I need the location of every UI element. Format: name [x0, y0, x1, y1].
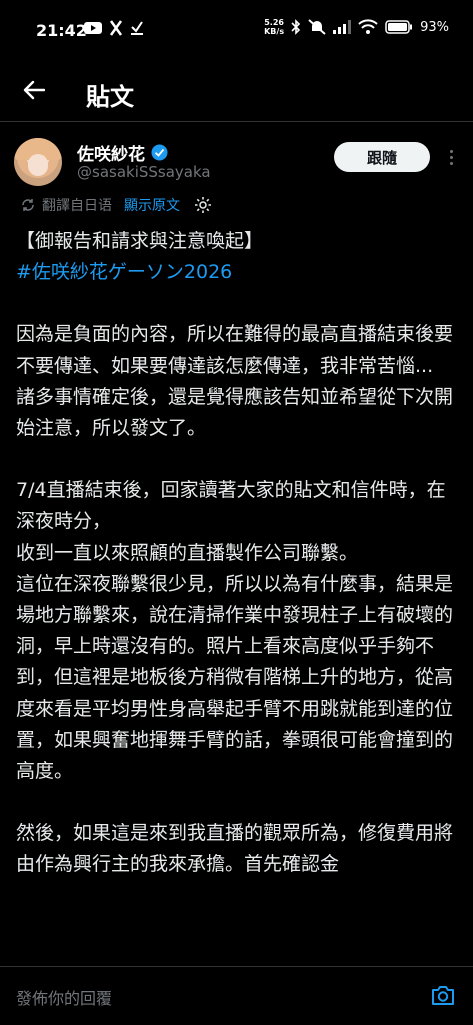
translate-icon: [22, 199, 34, 211]
scroll-fade: [0, 948, 473, 968]
download-check-icon: [131, 21, 143, 35]
post-title-line: 【御報告和請求與注意喚起】: [16, 230, 264, 252]
status-time: 21:42: [36, 21, 87, 40]
show-original-link[interactable]: 顯示原文: [124, 195, 180, 215]
post-paragraph: 7/4直播結束後，回家讀著大家的貼文和信件時，在深夜時分，: [16, 479, 446, 533]
translation-row: 翻譯自日语 顯示原文: [20, 195, 212, 215]
post-paragraph: 諸多事情確定後，還是覺得應該告知並希望從下次開始注意，所以發文了。: [16, 385, 454, 440]
notification-icons: [84, 20, 144, 36]
more-options-button[interactable]: [440, 145, 462, 169]
signal-icon: [333, 20, 352, 34]
youtube-icon: [84, 22, 102, 34]
reply-input[interactable]: 發佈你的回覆: [16, 985, 112, 1009]
mute-icon: [308, 19, 326, 35]
header-divider: [0, 121, 473, 122]
network-speed: 5.26 KB/s: [264, 18, 285, 36]
post-paragraph: 這位在深夜聯繫很少見，所以以為有什麼事，結果是場地方聯繫來，說在清掃作業中發現柱…: [16, 572, 454, 783]
author-name: 佐咲紗花: [77, 145, 145, 165]
app-notification-icon: [109, 20, 123, 36]
verified-badge-icon: [151, 144, 168, 161]
hashtag-link[interactable]: #佐咲紗花ゲーソン2026: [16, 257, 458, 288]
top-bar: 貼文: [0, 62, 473, 122]
battery-icon: [385, 20, 413, 34]
reply-bar: 發佈你的回覆: [0, 966, 473, 1025]
post-text: 【御報告和請求與注意喚起】 #佐咲紗花ゲーソン2026 因為是負面的內容，所以在…: [16, 226, 458, 881]
post-paragraph: 因為是負面的內容，所以在難得的最高直播結束後要不要傳達、如果要傳達該怎麼傳達，我…: [16, 323, 454, 377]
wifi-icon: [358, 19, 378, 34]
follow-button[interactable]: 跟隨: [334, 142, 430, 172]
system-icons: 5.26 KB/s 93%: [264, 18, 449, 36]
page-title: 貼文: [86, 83, 134, 111]
back-button[interactable]: [18, 74, 50, 106]
post-paragraph: 然後，如果這是來到我直播的觀眾所為，修復費用將由作為興行主的我來承擔。首先確認金: [16, 822, 454, 876]
author-handle[interactable]: @sasakiSSsayaka: [77, 163, 211, 181]
author-name-row[interactable]: 佐咲紗花: [77, 140, 168, 165]
post-paragraph: 收到一直以來照顧的直播製作公司聯繫。: [16, 541, 359, 564]
gear-icon[interactable]: [194, 196, 212, 214]
translation-label: 翻譯自日语: [42, 198, 112, 214]
battery-percent: 93%: [420, 19, 449, 35]
camera-icon[interactable]: [429, 981, 457, 1009]
arrow-left-icon: [23, 80, 45, 100]
status-bar: 21:42 5.26 KB/s 93%: [0, 0, 473, 58]
avatar[interactable]: [14, 138, 62, 186]
bluetooth-icon: [291, 19, 301, 35]
